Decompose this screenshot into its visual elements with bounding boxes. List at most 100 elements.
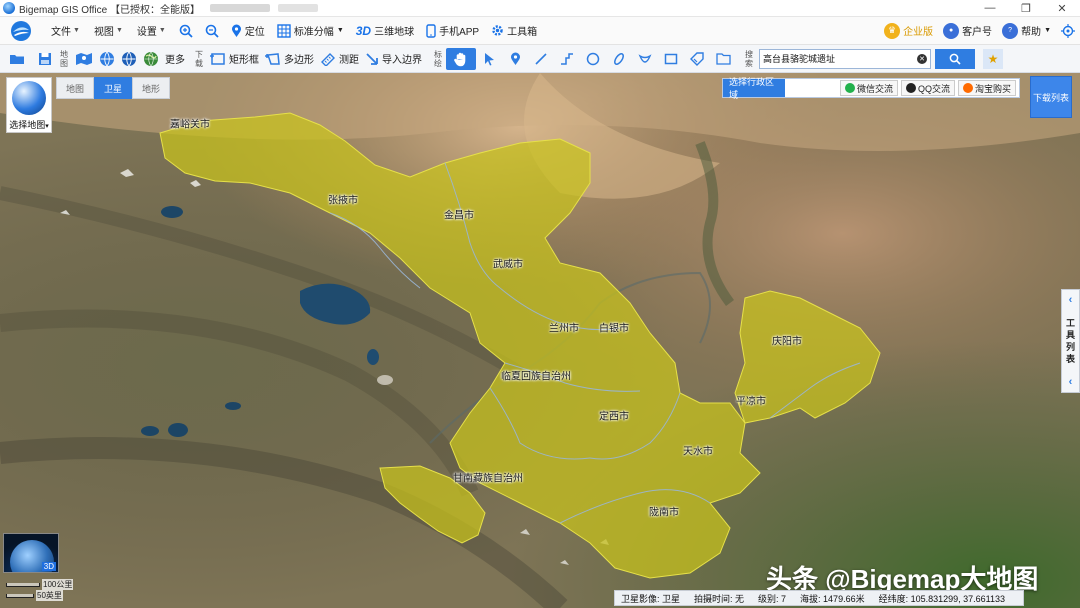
folder-icon [10,54,24,64]
3d-globe-button[interactable]: 3D 三维地球 [350,17,420,44]
globe-layer-button-2[interactable] [118,48,140,70]
favorites-button[interactable]: ★ [983,48,1003,69]
region-toolbar: 选择行政区域 微信交流 QQ交流 淘宝购买 [722,77,1020,100]
polyline-tool[interactable] [554,48,580,70]
help-icon: ? [1002,22,1019,39]
redacted-text [277,4,318,12]
maximize-button[interactable]: ❐ [1008,2,1044,15]
toolbox-button[interactable]: 工具箱 [485,17,543,44]
rect-frame-button[interactable]: 矩形框 [207,48,262,70]
3d-globe-thumbnail[interactable]: 3D [3,533,59,573]
chevron-left-icon: ‹ [1068,376,1073,388]
wechat-icon [844,83,855,93]
menu-view[interactable]: 视图 ▼ [87,17,130,44]
rectangle-tool[interactable] [658,48,684,70]
tool-list-panel-tab[interactable]: ‹ 工 具 列 表 ‹ [1061,289,1080,393]
zoom-in-button[interactable] [173,17,199,44]
zoom-out-button[interactable] [199,17,225,44]
download-list-button[interactable]: 下载列表 [1030,76,1072,118]
select-arrow-tool[interactable] [476,48,502,70]
app-logo-icon [3,2,15,14]
tag-tool[interactable] [684,48,710,70]
taobao-icon [962,83,973,93]
search-group-label: 搜索 [745,49,753,68]
rectangle-icon [664,53,678,64]
import-boundary-button[interactable]: 导入边界 [362,48,425,70]
location-pin-icon [231,24,241,37]
arc-tool[interactable] [632,48,658,70]
more-maps-button[interactable]: 更多 [162,48,188,70]
menu-bar: 文件 ▼ 视图 ▼ 设置 ▼ 定位 标准分幅 ▼ 3D 三维地球 手机APP 工具箱 ♛… [0,17,1080,45]
star-icon: ★ [987,51,999,66]
taobao-button[interactable]: 淘宝购买 [957,80,1016,96]
folder-tool[interactable] [710,48,736,70]
menu-file[interactable]: 文件 ▼ [44,17,87,44]
close-button[interactable]: ✕ [1044,2,1080,15]
grid-icon [277,23,291,38]
globe-layer-button-1[interactable] [96,48,118,70]
locate-button[interactable]: 定位 [225,17,271,44]
clear-search-icon[interactable]: ✕ [917,53,927,64]
city-label: 金昌市 [444,210,474,222]
pan-hand-tool[interactable] [446,47,476,70]
user-badge-icon: ● [943,22,960,39]
bigemap-logo-icon [11,20,31,41]
zoom-level: 级别: 7 [758,593,787,604]
location-pin-icon [510,52,520,65]
capture-time: 拍摄时间: 无 [694,593,745,604]
circle-tool[interactable] [580,48,606,70]
polygon-button[interactable]: 多边形 [262,48,317,70]
ellipse-tool[interactable] [606,48,632,70]
city-label: 兰州市 [549,323,579,335]
mobile-app-button[interactable]: 手机APP [420,17,485,44]
tab-map[interactable]: 地图 [56,77,94,99]
map-layer-button[interactable] [72,48,96,70]
settings-compass-button[interactable] [1056,17,1080,44]
coordinates: 经纬度: 105.831299, 37.661133 [878,593,1006,604]
ruler-icon [321,52,335,66]
menu-settings[interactable]: 设置 ▼ [130,17,173,44]
globe-icon [100,51,114,66]
wechat-button[interactable]: 微信交流 [839,80,898,96]
window-title: Bigemap GIS Office 【已授权：全能版】 [19,4,200,16]
standard-grid-button[interactable]: 标准分幅 ▼ [271,17,350,44]
search-box: ✕ [759,48,931,69]
polygon-select-icon [265,52,280,65]
minimize-button[interactable]: — [972,2,1008,15]
line-tool[interactable] [528,48,554,70]
search-input[interactable] [763,53,917,64]
cursor-arrow-icon [485,52,494,65]
search-icon [949,53,961,65]
city-label: 平凉市 [736,396,766,408]
hand-icon [454,52,466,66]
qq-penguin-icon [905,83,916,93]
select-map-button[interactable]: 选择地图▾ [6,77,52,133]
globe-layer-button-3[interactable] [140,48,162,70]
enterprise-edition-button[interactable]: ♛ 企业版 [879,17,938,44]
customer-id-button[interactable]: ● 客户号 [938,17,997,44]
tab-satellite[interactable]: 卫星 [94,77,132,99]
city-label: 定西市 [599,411,629,423]
marker-point-tool[interactable] [502,48,528,70]
measure-distance-button[interactable]: 测距 [317,48,362,70]
city-label: 天水市 [683,446,713,458]
scale-bar: 100公里 50英里 [6,579,74,601]
qq-button[interactable]: QQ交流 [900,80,955,96]
tab-terrain[interactable]: 地形 [132,77,170,99]
map-view[interactable]: 嘉峪关市 张掖市 金昌市 武威市 兰州市 白银市 临夏回族自治州 定西市 庆阳市… [0,73,1080,608]
save-button[interactable] [34,48,56,70]
open-folder-button[interactable] [6,48,28,70]
status-bar: 卫星影像: 卫星 拍摄时间: 无 级别: 7 海拔: 1479.66米 经纬度:… [614,590,1024,606]
tag-icon [690,51,704,66]
search-button[interactable] [935,48,975,69]
city-label: 武威市 [493,259,523,271]
ellipse-icon [614,52,624,65]
select-region-button[interactable]: 选择行政区域 [723,77,785,100]
folder-outline-icon [715,53,731,65]
help-button[interactable]: ? 帮助 ▼ [997,17,1056,44]
title-bar: Bigemap GIS Office 【已授权：全能版】 — ❐ ✕ [0,0,1080,17]
city-label: 临夏回族自治州 [501,371,571,383]
redacted-text [209,4,270,12]
toolbar: 地图 更多 下载 矩形框 多边形 测距 导入边界 标绘 搜索 高台县骆驼城遗址 … [0,45,1080,73]
arc-icon [638,53,652,63]
